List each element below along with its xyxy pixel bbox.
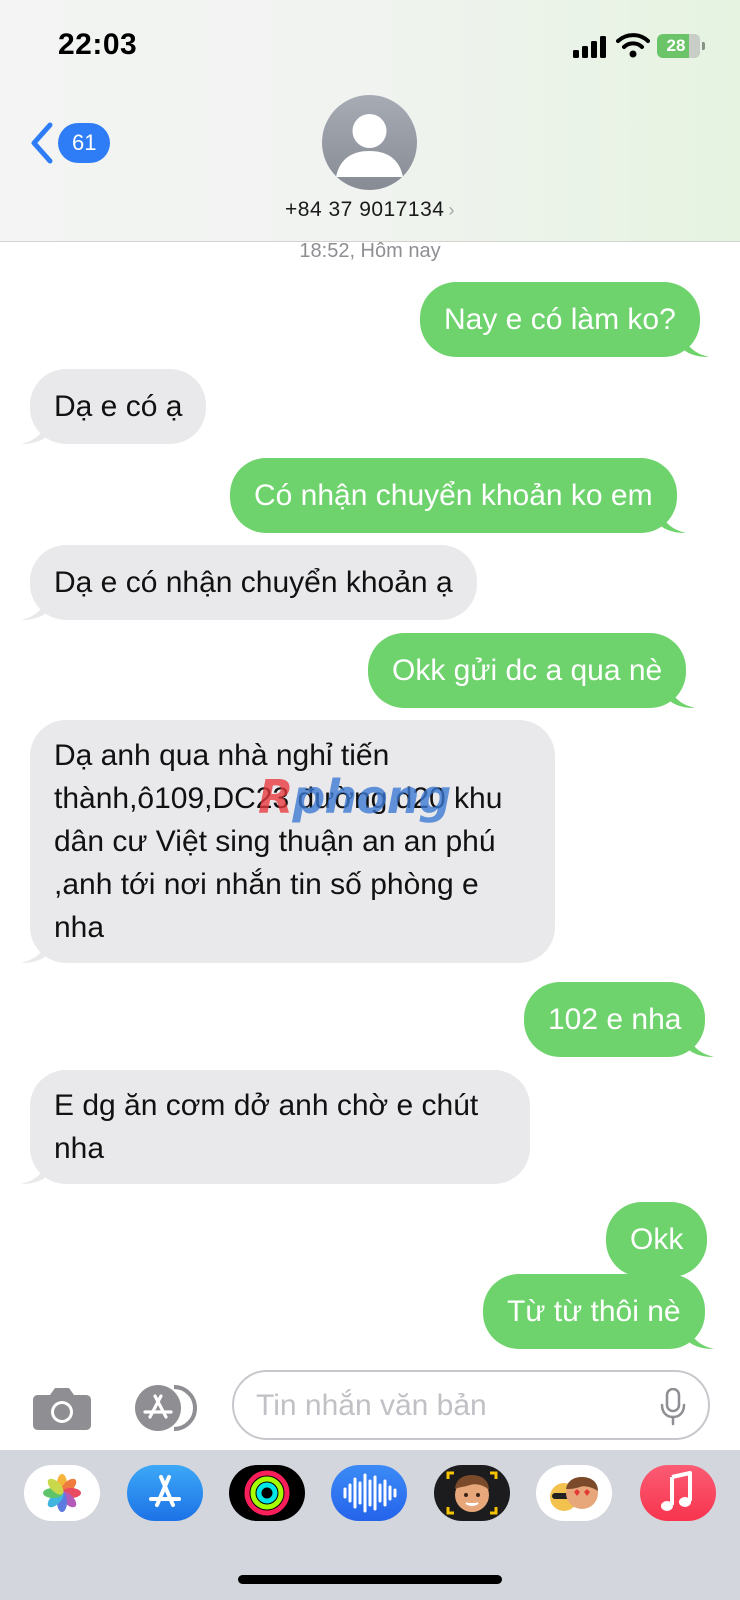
home-indicator[interactable]	[238, 1575, 502, 1584]
message-text: E dg ăn cơm dở anh chờ e chút nha	[54, 1089, 479, 1165]
status-time: 22:03	[58, 28, 138, 61]
camera-icon[interactable]	[32, 1385, 92, 1431]
voice-memo-app-icon[interactable]	[331, 1465, 407, 1521]
memoji-app-icon[interactable]	[434, 1465, 510, 1521]
message-text: Có nhận chuyển khoản ko em	[254, 479, 653, 512]
message-text: Dạ e có ạ	[54, 390, 183, 423]
message-bubble-incoming[interactable]: Dạ anh qua nhà nghỉ tiến thành,ô109,DC23…	[21, 720, 555, 963]
message-input-field[interactable]	[232, 1370, 710, 1440]
microphone-icon[interactable]	[660, 1388, 686, 1426]
message-bubble-outgoing[interactable]: Từ từ thôi nè	[483, 1274, 714, 1349]
message-bubble-outgoing[interactable]: Okk	[606, 1202, 708, 1277]
battery-level: 28	[666, 36, 686, 55]
contact-name: +84 37 9017134	[285, 198, 445, 221]
message-text: Dạ e có nhận chuyển khoản ạ	[54, 566, 453, 599]
chevron-left-icon	[31, 122, 53, 164]
contact-name-button[interactable]: +84 37 9017134 ›	[0, 198, 740, 222]
app-store-app-icon[interactable]	[127, 1465, 203, 1521]
watermark-logo: Rphong	[258, 770, 451, 824]
unread-count-badge: 61	[58, 123, 111, 163]
wifi-icon	[616, 33, 650, 58]
message-input[interactable]	[256, 1384, 636, 1428]
battery-charging-icon: 28	[657, 34, 705, 58]
contact-avatar[interactable]	[322, 95, 417, 190]
signal-icon	[573, 36, 607, 58]
message-bubble-outgoing[interactable]: Nay e có làm ko?	[420, 282, 709, 357]
conversation-timestamp: 18:52, Hôm nay	[299, 240, 441, 262]
message-bubble-incoming[interactable]: Dạ e có nhận chuyển khoản ạ	[21, 545, 477, 620]
message-text: Từ từ thôi nè	[507, 1295, 681, 1328]
message-bubble-outgoing[interactable]: Có nhận chuyển khoản ko em	[230, 458, 686, 533]
music-app-icon[interactable]	[640, 1465, 716, 1521]
app-store-icon[interactable]	[130, 1385, 202, 1431]
message-bubble-outgoing[interactable]: Okk gửi dc a qua nè	[368, 633, 696, 708]
photos-app-icon[interactable]	[24, 1465, 100, 1521]
message-bubble-incoming[interactable]: E dg ăn cơm dở anh chờ e chút nha	[21, 1070, 530, 1184]
message-bubble-outgoing[interactable]: 102 e nha	[524, 982, 715, 1057]
person-icon	[336, 114, 403, 177]
message-text: Okk gửi dc a qua nè	[392, 654, 663, 687]
chevron-right-icon: ›	[448, 200, 455, 220]
memoji-stickers-app-icon[interactable]	[536, 1465, 612, 1521]
back-button[interactable]: 61	[28, 118, 111, 168]
message-bubble-incoming[interactable]: Dạ e có ạ	[21, 369, 207, 444]
fitness-app-icon[interactable]	[229, 1465, 305, 1521]
message-text: 102 e nha	[548, 1003, 682, 1036]
message-text: Nay e có làm ko?	[444, 303, 676, 336]
message-text: Okk	[630, 1223, 684, 1256]
status-bar: 22:03 28	[0, 0, 740, 86]
